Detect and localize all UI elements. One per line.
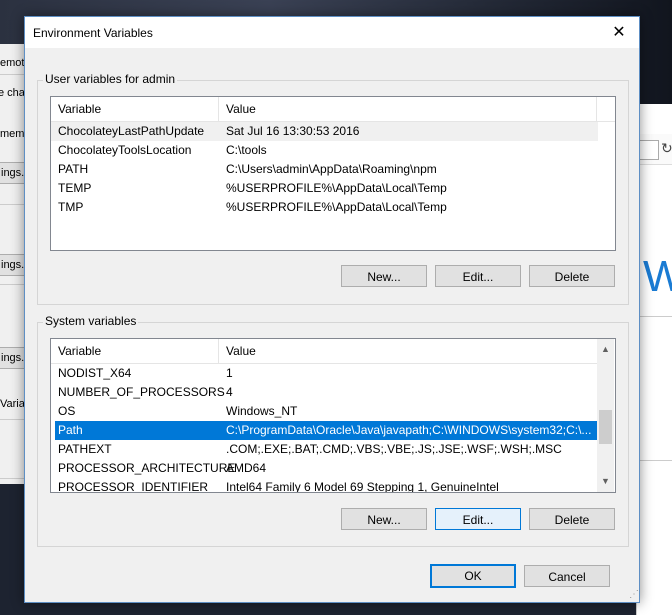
system-variables-label: System variables: [43, 314, 139, 328]
table-row[interactable]: PATH C:\Users\admin\AppData\Roaming\npm: [51, 160, 598, 179]
variable-value: Intel64 Family 6 Model 69 Stepping 1, Ge…: [226, 480, 499, 493]
system-delete-button[interactable]: Delete: [529, 508, 615, 530]
variable-name: OS: [58, 404, 76, 418]
table-row[interactable]: NUMBER_OF_PROCESSORS 4: [51, 383, 597, 402]
title-bar[interactable]: Environment Variables ✕: [25, 17, 639, 48]
variable-value: Sat Jul 16 13:30:53 2016: [226, 124, 360, 138]
table-row-selected[interactable]: Path C:\ProgramData\Oracle\Java\javapath…: [55, 421, 597, 440]
vertical-scrollbar[interactable]: ▲ ▼: [597, 339, 614, 492]
table-row[interactable]: OS Windows_NT: [51, 402, 597, 421]
variable-value: C:\Users\admin\AppData\Roaming\npm: [226, 162, 437, 176]
column-header-value[interactable]: Value: [219, 339, 256, 363]
table-row[interactable]: TEMP %USERPROFILE%\AppData\Local\Temp: [51, 179, 598, 198]
user-new-button[interactable]: New...: [341, 265, 427, 287]
system-variables-list[interactable]: Variable Value NODIST_X64 1 NUMBER_OF_PR…: [50, 338, 616, 493]
variable-name: PATH: [58, 162, 89, 176]
environment-variables-dialog: Environment Variables ✕ User variables f…: [24, 16, 640, 603]
user-delete-button[interactable]: Delete: [529, 265, 615, 287]
variable-name: PATHEXT: [58, 442, 112, 456]
user-variables-label: User variables for admin: [43, 72, 178, 86]
scroll-up-icon[interactable]: ▲: [597, 341, 614, 358]
bg-left-text-4: Varia: [0, 398, 25, 410]
table-row[interactable]: NODIST_X64 1: [51, 364, 597, 383]
scroll-down-icon[interactable]: ▼: [597, 473, 614, 490]
table-row[interactable]: ChocolateyLastPathUpdate Sat Jul 16 13:3…: [51, 122, 598, 141]
column-header-variable[interactable]: Variable: [51, 339, 101, 363]
table-row[interactable]: PROCESSOR_ARCHITECTURE AMD64: [51, 459, 597, 478]
variable-name: NUMBER_OF_PROCESSORS: [58, 385, 225, 399]
variable-name: ChocolateyToolsLocation: [58, 143, 192, 157]
column-header-variable[interactable]: Variable: [51, 97, 101, 121]
scroll-thumb[interactable]: [599, 410, 612, 444]
background-window-right: ↻ W: [636, 104, 672, 615]
refresh-icon[interactable]: ↻: [661, 140, 672, 157]
ok-button[interactable]: OK: [430, 564, 516, 588]
column-header-value[interactable]: Value: [219, 97, 256, 121]
variable-value: C:\ProgramData\Oracle\Java\javapath;C:\W…: [226, 423, 592, 437]
close-icon[interactable]: ✕: [599, 17, 639, 48]
variable-value: %USERPROFILE%\AppData\Local\Temp: [226, 200, 447, 214]
variable-value: .COM;.EXE;.BAT;.CMD;.VBS;.VBE;.JS;.JSE;.…: [226, 442, 562, 456]
user-list-header: Variable Value: [51, 97, 615, 122]
variable-value: 1: [226, 366, 233, 380]
bg-right-divider: [637, 460, 672, 461]
variable-name: TMP: [58, 200, 84, 214]
table-row[interactable]: TMP %USERPROFILE%\AppData\Local\Temp: [51, 198, 598, 217]
variable-name: Path: [58, 423, 83, 437]
column-divider[interactable]: [596, 97, 597, 121]
bg-right-box: [639, 140, 659, 160]
user-edit-button[interactable]: Edit...: [435, 265, 521, 287]
variable-name: ChocolateyLastPathUpdate: [58, 124, 205, 138]
variable-value: %USERPROFILE%\AppData\Local\Temp: [226, 181, 447, 195]
bg-left-text-3: mem: [0, 128, 25, 140]
system-list-header: Variable Value: [51, 339, 597, 364]
cancel-button[interactable]: Cancel: [524, 565, 610, 587]
system-new-button[interactable]: New...: [341, 508, 427, 530]
dialog-title: Environment Variables: [33, 26, 153, 40]
system-edit-button[interactable]: Edit...: [435, 508, 521, 530]
user-variables-list[interactable]: Variable Value ChocolateyLastPathUpdate …: [50, 96, 616, 251]
variable-name: PROCESSOR_IDENTIFIER: [58, 480, 209, 493]
variable-value: Windows_NT: [226, 404, 298, 418]
variable-value: 4: [226, 385, 233, 399]
bg-right-divider: [637, 316, 672, 317]
table-row[interactable]: PROCESSOR_IDENTIFIER Intel64 Family 6 Mo…: [51, 478, 597, 493]
variable-name: TEMP: [58, 181, 92, 195]
table-row[interactable]: PATHEXT .COM;.EXE;.BAT;.CMD;.VBS;.VBE;.J…: [51, 440, 597, 459]
variable-name: NODIST_X64: [58, 366, 132, 380]
variable-name: PROCESSOR_ARCHITECTURE: [58, 461, 236, 475]
variable-value: C:\tools: [226, 143, 267, 157]
variable-value: AMD64: [226, 461, 267, 475]
bg-left-text-2: e cha: [0, 87, 25, 99]
resize-grip-icon[interactable]: ⋰: [629, 589, 639, 600]
table-row[interactable]: ChocolateyToolsLocation C:\tools: [51, 141, 598, 160]
bg-right-heading-letter: W: [643, 252, 672, 301]
